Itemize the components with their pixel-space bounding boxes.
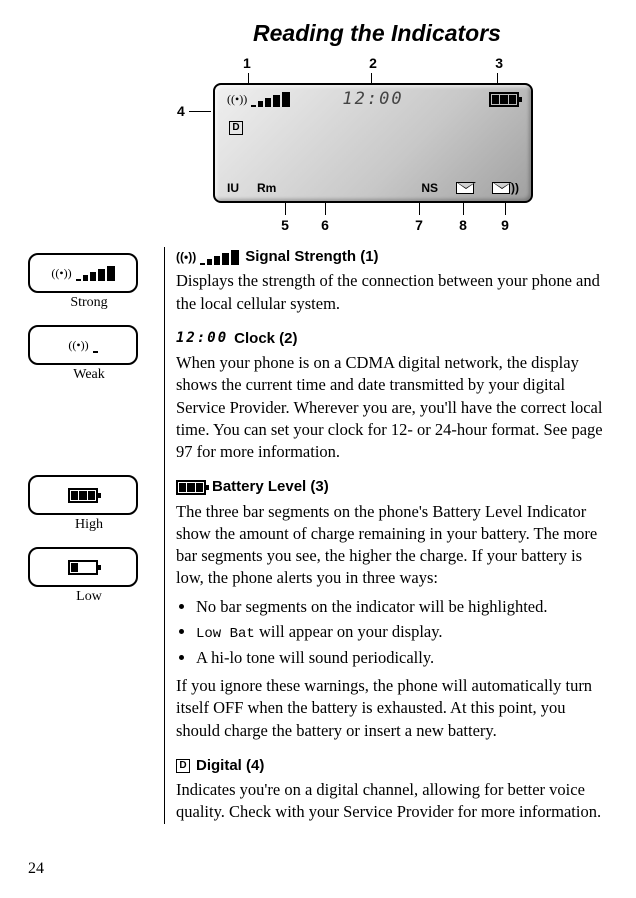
rm-indicator: Rm xyxy=(257,181,276,195)
battery-high-label: High xyxy=(28,517,150,533)
page-title: Reading the Indicators xyxy=(148,20,606,47)
battery-high-example xyxy=(28,475,138,515)
signal-strength-icon: ((•)) xyxy=(176,249,239,265)
callout-4: 4 xyxy=(177,103,185,119)
section-signal: ((•)) Signal Strength (1) Displays the s… xyxy=(176,247,606,315)
callout-7: 7 xyxy=(415,217,423,233)
message-icon xyxy=(456,182,474,194)
digital-indicator-icon: D xyxy=(229,121,243,135)
section-clock: 12:00 Clock (2) When your phone is on a … xyxy=(176,329,606,464)
list-item: Low Bat will appear on your display. xyxy=(196,621,606,644)
callout-8: 8 xyxy=(459,217,467,233)
page-number: 24 xyxy=(28,860,44,878)
callout-6: 6 xyxy=(321,217,329,233)
main-content: ((•)) Signal Strength (1) Displays the s… xyxy=(158,247,606,824)
digital-indicator-icon: D xyxy=(176,759,190,773)
clock-body: When your phone is on a CDMA digital net… xyxy=(176,352,606,463)
signal-body: Displays the strength of the connection … xyxy=(176,270,606,315)
left-examples-column: ((•)) Strong ((•)) Weak High Low xyxy=(28,247,158,824)
battery-low-example xyxy=(28,547,138,587)
clock-heading: Clock (2) xyxy=(234,329,297,349)
signal-strength-icon: ((•)) xyxy=(227,92,324,107)
signal-strong-label: Strong xyxy=(28,295,150,311)
battery-body: The three bar segments on the phone's Ba… xyxy=(176,501,606,590)
callout-5: 5 xyxy=(281,217,289,233)
callout-1: 1 xyxy=(243,55,251,71)
battery-bullets: No bar segments on the indicator will be… xyxy=(176,596,606,669)
battery-low-label: Low xyxy=(28,589,150,605)
battery-icon xyxy=(176,480,206,495)
clock-readout: 12:00 xyxy=(324,89,421,109)
signal-strong-example: ((•)) xyxy=(28,253,138,293)
section-digital: D Digital (4) Indicates you're on a digi… xyxy=(176,756,606,824)
clock-icon: 12:00 xyxy=(176,329,228,348)
signal-weak-label: Weak xyxy=(28,367,150,383)
signal-weak-example: ((•)) xyxy=(28,325,138,365)
digital-body: Indicates you're on a digital channel, a… xyxy=(176,779,606,824)
phone-display-diagram: 1 2 3 4 ((•)) 12:00 xyxy=(213,55,533,237)
battery-heading: Battery Level (3) xyxy=(212,477,329,497)
signal-heading: Signal Strength (1) xyxy=(245,247,378,267)
battery-icon xyxy=(489,92,519,107)
callout-3: 3 xyxy=(495,55,503,71)
voicemail-icon xyxy=(492,182,510,194)
iu-indicator: IU xyxy=(227,181,239,195)
section-battery: Battery Level (3) The three bar segments… xyxy=(176,477,606,742)
callout-9: 9 xyxy=(501,217,509,233)
callout-2: 2 xyxy=(369,55,377,71)
list-item: No bar segments on the indicator will be… xyxy=(196,596,606,618)
list-item: A hi-lo tone will sound periodically. xyxy=(196,647,606,669)
battery-after: If you ignore these warnings, the phone … xyxy=(176,675,606,742)
ns-indicator: NS xyxy=(421,181,438,195)
phone-screen: ((•)) 12:00 D IU Rm NS xyxy=(213,83,533,203)
digital-heading: Digital (4) xyxy=(196,756,264,776)
